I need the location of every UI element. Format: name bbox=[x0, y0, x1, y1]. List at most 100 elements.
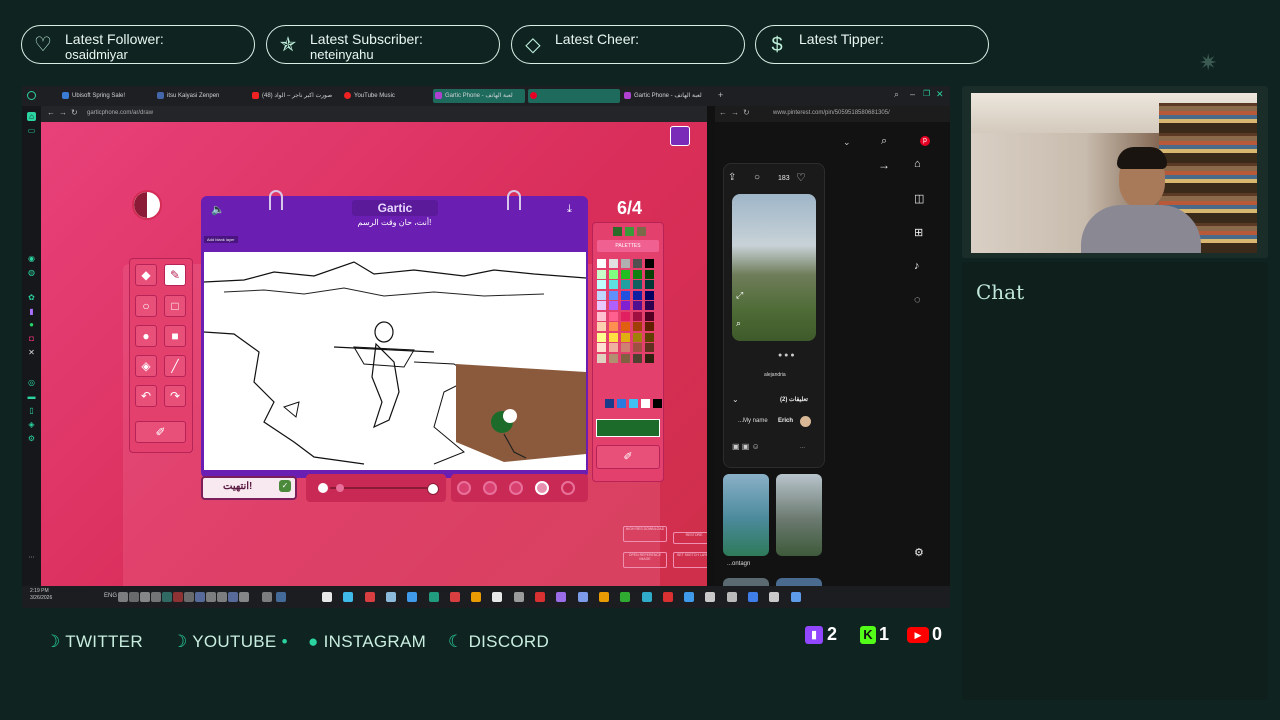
pinboard-icon[interactable]: ◈ bbox=[27, 420, 36, 429]
taskbar-app-icon[interactable] bbox=[276, 592, 286, 602]
square-fill-tool[interactable]: ■ bbox=[164, 325, 186, 347]
undo-icon[interactable]: ↶ bbox=[135, 385, 157, 407]
forward-icon[interactable]: → bbox=[731, 108, 739, 117]
color-swatch[interactable] bbox=[645, 353, 654, 363]
color-swatch[interactable] bbox=[597, 301, 606, 310]
related-pin-thumb[interactable] bbox=[723, 474, 769, 556]
pinterest-url[interactable]: www.pinterest.com/pin/5059518580681305/ bbox=[773, 110, 890, 116]
tab-gartic-active[interactable]: Gartic Phone - لعبة الهاتف bbox=[433, 89, 525, 103]
taskbar-app-icon[interactable] bbox=[151, 592, 161, 602]
tab-youtube[interactable]: (48) صورت اكبر ناجر – الواد bbox=[250, 89, 342, 103]
color-swatch[interactable] bbox=[621, 322, 630, 331]
reload-icon[interactable]: ↻ bbox=[743, 108, 750, 117]
taskbar-app-icon[interactable] bbox=[726, 592, 737, 602]
taskbar-app-icon[interactable] bbox=[662, 592, 673, 602]
tab-pinterest[interactable] bbox=[528, 89, 620, 103]
pin-user[interactable]: alejandria bbox=[764, 372, 786, 378]
taskbar-app-icon[interactable] bbox=[206, 592, 216, 602]
color-swatch[interactable] bbox=[609, 290, 618, 300]
related-pin-thumb[interactable] bbox=[776, 578, 822, 586]
opera-icon[interactable] bbox=[27, 91, 36, 100]
color-swatch[interactable] bbox=[597, 353, 606, 363]
color-swatch[interactable] bbox=[621, 280, 630, 289]
color-swatch[interactable] bbox=[621, 332, 630, 342]
tab-anime[interactable]: itsu Kaiyasi Zenpen bbox=[155, 89, 247, 103]
taskbar-app-icon[interactable] bbox=[620, 592, 631, 602]
instagram-icon[interactable]: ◘ bbox=[27, 334, 36, 343]
color-swatch[interactable] bbox=[633, 301, 642, 310]
color-swatch[interactable] bbox=[597, 290, 606, 300]
color-swatch[interactable] bbox=[645, 332, 654, 342]
pin-image[interactable] bbox=[732, 194, 816, 341]
taskbar-app-icon[interactable] bbox=[217, 592, 227, 602]
language-indicator[interactable]: ENG bbox=[104, 593, 117, 599]
taskbar-app-icon[interactable] bbox=[449, 592, 460, 602]
color-swatch[interactable] bbox=[609, 280, 618, 289]
color-swatch[interactable] bbox=[645, 301, 654, 310]
maximize-icon[interactable]: ❐ bbox=[923, 89, 930, 98]
recent-color-swatch[interactable] bbox=[637, 227, 646, 236]
taskbar-app-icon[interactable] bbox=[598, 592, 609, 602]
reload-icon[interactable]: ↻ bbox=[71, 108, 78, 117]
color-swatch[interactable] bbox=[633, 269, 642, 279]
circle-fill-tool[interactable]: ● bbox=[135, 325, 157, 347]
tab-ubisoft[interactable]: Ubisoft Spring Sale! bbox=[60, 89, 152, 103]
high-res-download-button[interactable]: HIGH RES DOWNLOAD bbox=[623, 526, 667, 542]
more-icon[interactable]: ⋯ bbox=[27, 554, 36, 563]
color-swatch[interactable] bbox=[645, 280, 654, 289]
color-swatch[interactable] bbox=[645, 259, 654, 268]
gear-icon[interactable]: ⚙ bbox=[914, 546, 924, 559]
sound-icon[interactable]: 🔈 bbox=[211, 203, 225, 216]
color-swatch[interactable] bbox=[621, 353, 630, 363]
drawing-canvas[interactable] bbox=[203, 252, 587, 470]
color-swatch[interactable] bbox=[597, 322, 606, 331]
heart-icon[interactable]: ♡ bbox=[796, 171, 806, 184]
color-swatch[interactable] bbox=[597, 280, 606, 289]
open-reference-button[interactable]: OPEN REFERENCE IMAGE bbox=[623, 552, 667, 568]
color-picker-tool[interactable]: ✐ bbox=[596, 445, 660, 469]
color-swatch[interactable] bbox=[641, 399, 650, 408]
color-swatch[interactable] bbox=[653, 399, 662, 408]
taskbar-app-icon[interactable] bbox=[492, 592, 503, 602]
forward-icon[interactable]: → bbox=[59, 108, 67, 117]
new-tab-icon[interactable]: + bbox=[718, 90, 723, 100]
x-icon[interactable]: ✕ bbox=[27, 348, 36, 357]
taskbar-app-icon[interactable] bbox=[322, 592, 332, 602]
color-swatch[interactable] bbox=[605, 399, 614, 408]
opacity-option[interactable] bbox=[561, 481, 575, 495]
taskbar-app-icon[interactable] bbox=[262, 592, 272, 602]
color-swatch[interactable] bbox=[633, 311, 642, 321]
line-tool[interactable]: ╱ bbox=[164, 355, 186, 377]
color-swatch[interactable] bbox=[645, 322, 654, 331]
color-swatch[interactable] bbox=[609, 353, 618, 363]
expand-icon[interactable]: ⤢ bbox=[736, 290, 743, 301]
color-swatch[interactable] bbox=[645, 290, 654, 300]
related-pin-thumb[interactable] bbox=[723, 578, 769, 586]
taskbar-app-icon[interactable] bbox=[162, 592, 172, 602]
whatsapp-icon[interactable]: ◍ bbox=[27, 268, 36, 277]
taskbar-app-icon[interactable] bbox=[173, 592, 183, 602]
back-icon[interactable]: ← bbox=[47, 108, 55, 117]
color-swatch[interactable] bbox=[597, 343, 606, 352]
opacity-option[interactable] bbox=[457, 481, 471, 495]
chevron-down-icon[interactable]: ⌄ bbox=[843, 137, 851, 148]
taskbar-app-icon[interactable] bbox=[748, 592, 758, 602]
taskbar-app-icon[interactable] bbox=[385, 592, 396, 602]
taskbar-app-icon[interactable] bbox=[228, 592, 238, 602]
whatsapp-2-icon[interactable]: ● bbox=[27, 320, 36, 329]
opacity-option-selected[interactable] bbox=[535, 481, 549, 495]
home-icon[interactable]: ⌂ bbox=[27, 112, 36, 121]
settings-icon[interactable]: ⚙ bbox=[27, 434, 36, 443]
notes-icon[interactable]: ▯ bbox=[27, 406, 36, 415]
done-button[interactable]: انتهيت! ✓ bbox=[201, 476, 297, 500]
color-swatch[interactable] bbox=[597, 269, 606, 279]
eyedropper-tool[interactable]: ✐ bbox=[135, 421, 186, 443]
comment-name[interactable]: Erich bbox=[778, 418, 793, 424]
home-icon[interactable]: ⌂ bbox=[914, 158, 921, 170]
color-swatch[interactable] bbox=[645, 269, 654, 279]
taskbar-app-icon[interactable] bbox=[343, 592, 354, 602]
tab-gartic-2[interactable]: Gartic Phone - لعبة الهاتف bbox=[622, 89, 714, 103]
taskbar-app-icon[interactable] bbox=[641, 592, 652, 602]
taskbar-app-icon[interactable] bbox=[184, 592, 194, 602]
close-window-icon[interactable]: ✕ bbox=[936, 89, 944, 100]
